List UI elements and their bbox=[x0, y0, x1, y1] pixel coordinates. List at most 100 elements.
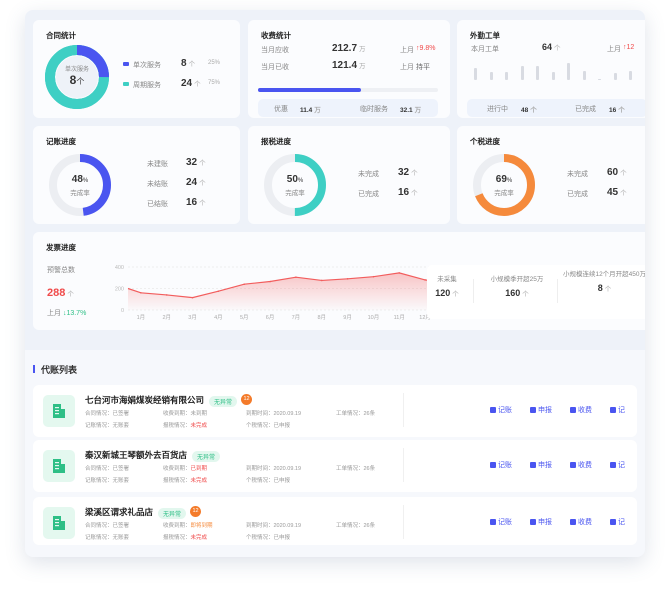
progress-item-label: 未完成 bbox=[567, 171, 588, 178]
card-title: 记账进度 bbox=[46, 137, 76, 146]
action-3-button[interactable]: 记 bbox=[610, 517, 625, 527]
action-0-button[interactable]: 记账 bbox=[490, 405, 512, 415]
company-title: 梁溪区谓求礼品店 无异常12 bbox=[85, 506, 202, 519]
company-name[interactable]: 秦汉新城王琴额外去百货店 bbox=[85, 450, 187, 460]
action-3-button[interactable]: 记 bbox=[610, 460, 625, 470]
invoice-stat: 小规模季开超25万 160 个 bbox=[490, 276, 544, 298]
progress-item-value: 45 个 bbox=[607, 187, 627, 198]
fee-cmp-value: ↑9.8% bbox=[416, 45, 436, 52]
card-title: 报税进度 bbox=[261, 137, 291, 146]
data-point bbox=[424, 279, 426, 281]
divider bbox=[403, 448, 404, 482]
status-tag: 无异常 bbox=[192, 450, 221, 462]
fee-info: 收费到期：未到期 bbox=[163, 411, 208, 417]
action-icon bbox=[570, 407, 576, 413]
itax-info: 个税情况：已申报 bbox=[246, 535, 291, 541]
orders-info: 工单情况：26条 bbox=[336, 411, 376, 417]
legend-percent: 25% bbox=[208, 60, 221, 66]
data-point bbox=[191, 296, 194, 299]
order-bar bbox=[474, 68, 477, 80]
fee-cmp-label: 上月 bbox=[400, 47, 414, 54]
action-2-button[interactable]: 收费 bbox=[570, 517, 592, 527]
order-bar bbox=[489, 72, 493, 80]
progress-item-value: 16 个 bbox=[186, 197, 206, 208]
field-summary: 进行中 48 个 已完成 16 个 bbox=[467, 99, 645, 117]
month-label: 本月工单 bbox=[471, 46, 499, 53]
month-value: 64 个 bbox=[542, 42, 561, 52]
card-title: 外勤工单 bbox=[470, 31, 500, 40]
status-tag: 无异常 bbox=[158, 507, 187, 519]
tax-info: 报税情况：未完成 bbox=[163, 423, 208, 429]
card-title: 合同统计 bbox=[46, 31, 76, 40]
account-row[interactable]: 七台河市海娟煤炭经销有限公司 无异常12 合同情况：已签署 收费到期：未到期 到期… bbox=[33, 385, 637, 437]
action-2-button[interactable]: 收费 bbox=[570, 460, 592, 470]
action-2-button[interactable]: 收费 bbox=[570, 405, 592, 415]
tax-info: 报税情况：未完成 bbox=[163, 535, 208, 541]
done-value: 16 个 bbox=[609, 107, 625, 114]
action-icon bbox=[610, 462, 616, 468]
x-tick-label: 3月 bbox=[188, 314, 197, 321]
fee-label: 当月已收 bbox=[261, 64, 289, 71]
action-icon bbox=[530, 407, 536, 413]
x-tick-label: 5月 bbox=[240, 314, 249, 321]
action-icon bbox=[490, 407, 496, 413]
list-title: 代账列表 bbox=[41, 365, 78, 375]
progress-item-label: 已完成 bbox=[358, 191, 379, 198]
progress-item-value: 24 个 bbox=[186, 177, 206, 188]
donut-center: 69% 完成率 bbox=[494, 174, 514, 197]
warn-label: 预警总数 bbox=[47, 267, 75, 274]
order-bar bbox=[629, 70, 632, 80]
x-tick-label: 8月 bbox=[317, 314, 326, 321]
progress-value: 48 个 bbox=[521, 107, 537, 114]
temp-label: 临时服务 bbox=[360, 106, 388, 113]
company-name[interactable]: 梁溪区谓求礼品店 bbox=[85, 507, 153, 517]
action-icon bbox=[530, 519, 536, 525]
account-row[interactable]: 秦汉新城王琴额外去百货店 无异常 合同情况：已签署 收费到期：已到期 到期时间：2… bbox=[33, 440, 637, 492]
donut-unit: 个 bbox=[76, 77, 85, 86]
action-icon bbox=[610, 519, 616, 525]
invoice-stat: 小规模连续12个月开超450万 8 个 bbox=[562, 271, 645, 293]
action-3-button[interactable]: 记 bbox=[610, 405, 625, 415]
divider bbox=[403, 505, 404, 539]
action-1-button[interactable]: 申报 bbox=[530, 405, 552, 415]
card-title: 发票进度 bbox=[46, 243, 76, 252]
contract-info: 合同情况：已签署 bbox=[85, 523, 130, 529]
action-1-button[interactable]: 申报 bbox=[530, 517, 552, 527]
progress-label: 进行中 bbox=[487, 106, 508, 113]
donut-center: 48% 完成率 bbox=[70, 174, 90, 197]
progress-item-label: 已结账 bbox=[147, 201, 168, 208]
action-icon bbox=[570, 519, 576, 525]
progress-item-value: 60 个 bbox=[607, 167, 627, 178]
field-orders-card: 外勤工单 本月工单 64 个 上月 ↑12 进行中 48 个 已完成 16 个 bbox=[457, 20, 645, 118]
warn-value: 288 个 bbox=[47, 287, 74, 299]
legend-value: 8个 bbox=[181, 58, 196, 69]
due-info: 到期时间：2020.09.19 bbox=[246, 466, 302, 472]
book-info: 记账情况：无账套 bbox=[85, 535, 130, 541]
fee-cmp-value: 持平 bbox=[416, 64, 430, 71]
title-marker bbox=[33, 365, 35, 373]
progress-item-label: 未完成 bbox=[358, 171, 379, 178]
tax-info: 报税情况：未完成 bbox=[163, 478, 208, 484]
action-0-button[interactable]: 记账 bbox=[490, 517, 512, 527]
data-point bbox=[320, 279, 323, 282]
data-point bbox=[295, 276, 297, 279]
company-name[interactable]: 七台河市海娟煤炭经销有限公司 bbox=[85, 395, 204, 405]
data-point bbox=[269, 280, 271, 283]
tax-card: 报税进度 50% 完成率 未完成 32 个已完成 16 个 bbox=[248, 126, 450, 224]
data-point bbox=[243, 283, 246, 285]
order-bar bbox=[505, 71, 508, 80]
action-0-button[interactable]: 记账 bbox=[490, 460, 512, 470]
temp-value: 32.1 万 bbox=[400, 107, 422, 114]
order-bar bbox=[567, 63, 570, 80]
card-title: 收费统计 bbox=[261, 31, 291, 40]
progress-item-value: 32 个 bbox=[398, 167, 418, 178]
fee-value: 212.7 万 bbox=[332, 43, 366, 54]
y-tick-label: 0 bbox=[121, 308, 124, 314]
data-point bbox=[398, 272, 401, 274]
itax-info: 个税情况：已申报 bbox=[246, 423, 291, 429]
account-row[interactable]: 梁溪区谓求礼品店 无异常12 合同情况：已签署 收费到期：即将到期 到期时间：20… bbox=[33, 497, 637, 545]
action-1-button[interactable]: 申报 bbox=[530, 460, 552, 470]
progress-item-label: 已完成 bbox=[567, 191, 588, 198]
donut-label: 单次服务 bbox=[64, 67, 89, 73]
invoice-card: 发票进度 预警总数 288 个 上月 ↓13.7% 400 200 0 1月 2月 3月 4月… bbox=[33, 232, 645, 330]
